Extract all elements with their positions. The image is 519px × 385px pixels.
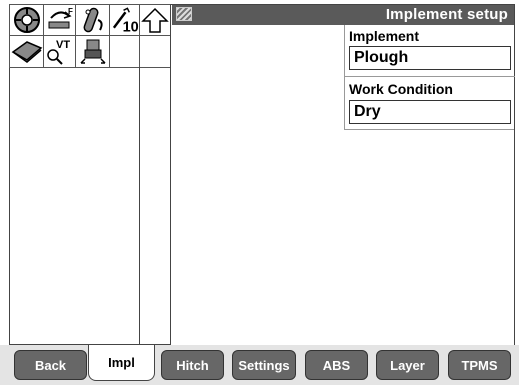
implement-label: Implement: [349, 28, 420, 44]
book-search-icon[interactable]: [9, 35, 44, 68]
implement-field[interactable]: Plough: [349, 46, 511, 70]
implement-panel: Implement Plough Work Condition Dry: [344, 25, 515, 130]
empty-softkey-slot: [109, 35, 140, 68]
svg-text:VT: VT: [56, 39, 70, 51]
tab-abs[interactable]: ABS: [305, 350, 368, 380]
soft-key-icon-grid: F 10 VT: [9, 4, 171, 68]
pto-rotation-icon[interactable]: F: [43, 4, 76, 36]
tab-hitch[interactable]: Hitch: [161, 350, 224, 380]
tab-back[interactable]: Back: [14, 350, 87, 380]
empty-softkey-slot: [139, 35, 171, 68]
implement-setup-screen: F 10 VT Implement setup Implement Plough…: [0, 0, 519, 385]
work-condition-label: Work Condition: [349, 81, 453, 97]
wrench-10-icon[interactable]: 10: [109, 4, 140, 36]
hitch-link-icon[interactable]: [75, 4, 110, 36]
tab-bar: Back Impl Hitch Settings ABS Layer TPMS: [0, 345, 519, 385]
tab-tpms[interactable]: TPMS: [448, 350, 511, 380]
work-condition-field[interactable]: Dry: [349, 100, 511, 124]
title-bar: Implement setup: [172, 5, 514, 25]
tab-layer[interactable]: Layer: [376, 350, 439, 380]
svg-text:10: 10: [123, 20, 139, 34]
tractor-wheel-icon[interactable]: [9, 4, 44, 36]
svg-text:F: F: [68, 7, 73, 16]
pane-divider: [170, 4, 171, 345]
tab-settings[interactable]: Settings: [232, 350, 296, 380]
panel-divider: [345, 76, 515, 77]
vt-search-icon[interactable]: VT: [43, 35, 76, 68]
up-arrow-icon[interactable]: [139, 4, 171, 36]
hatch-pattern-icon: [176, 7, 192, 21]
column-divider: [139, 67, 140, 345]
right-border: [514, 4, 515, 345]
tractor-camera-icon[interactable]: [75, 35, 110, 68]
tab-impl[interactable]: Impl: [88, 345, 155, 381]
left-softkey-pane: [9, 67, 171, 345]
page-title: Implement setup: [385, 6, 508, 23]
